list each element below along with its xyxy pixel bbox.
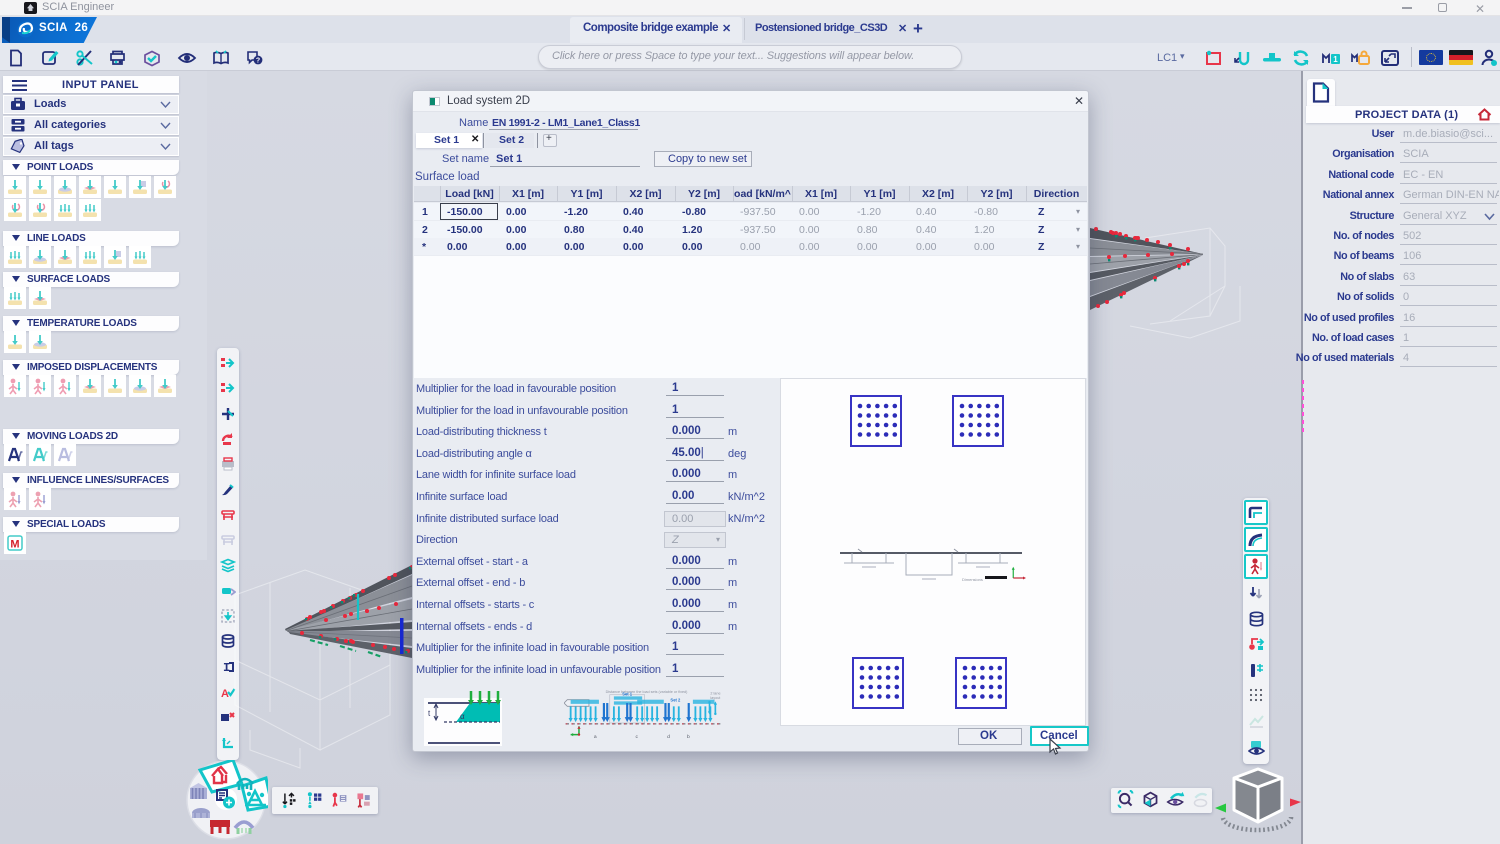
svg-text:Set 1: Set 1 <box>622 692 633 697</box>
svg-text:Set 2: Set 2 <box>670 697 681 702</box>
svg-text:b: b <box>687 734 690 740</box>
svg-text:a: a <box>594 734 597 740</box>
svg-text:c: c <box>636 734 639 740</box>
svg-text:d: d <box>667 734 670 740</box>
svg-text:t: t <box>428 709 431 718</box>
svg-text:M: M <box>10 539 19 551</box>
svg-text:layout: layout <box>710 696 721 700</box>
svg-text:Distance between the load sets: Distance between the load sets (variable… <box>606 690 689 694</box>
svg-text:?: ? <box>256 58 260 65</box>
svg-text:1: 1 <box>1333 55 1338 64</box>
svg-text:α: α <box>460 712 465 721</box>
